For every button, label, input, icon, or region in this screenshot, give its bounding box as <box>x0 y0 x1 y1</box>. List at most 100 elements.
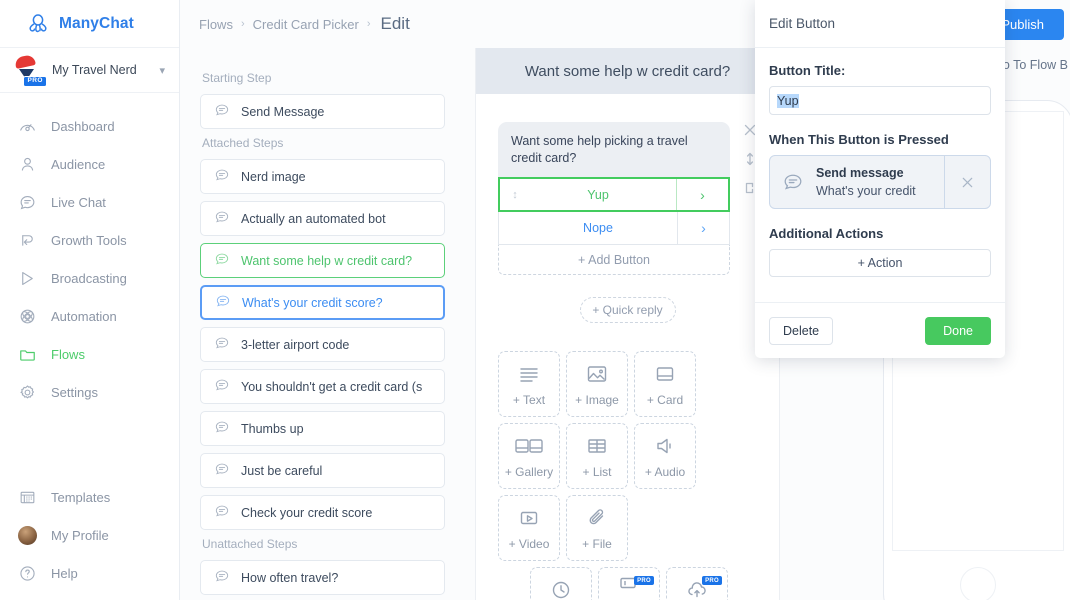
content-type-grid: + Text + Image + Card + Gallery + List +… <box>498 351 760 600</box>
chevron-right-icon[interactable]: › <box>676 179 728 210</box>
tile-label: + Text <box>512 392 546 407</box>
add-file-tile[interactable]: + File <box>566 495 628 561</box>
step-item[interactable]: Nerd image <box>200 159 445 194</box>
add-text-tile[interactable]: + Text <box>498 351 560 417</box>
editor-body: Want some help picking a travel credit c… <box>476 94 779 600</box>
action-title: Send message <box>816 166 904 180</box>
sidebar-item-label: Broadcasting <box>51 270 127 286</box>
add-gallery-tile[interactable]: + Gallery <box>498 423 560 489</box>
add-delay-tile[interactable]: + Delay <box>530 567 592 600</box>
tile-label: + Audio <box>644 464 686 479</box>
message-bubble-icon <box>214 335 230 354</box>
atom-icon <box>17 306 37 326</box>
message-card: Want some help picking a travel credit c… <box>498 122 756 275</box>
question-circle-icon <box>17 563 37 583</box>
sidebar-item-settings[interactable]: Settings <box>0 373 179 411</box>
step-label: What's your credit score? <box>242 295 383 310</box>
add-user-input-tile[interactable]: PRO +User Input <box>598 567 660 600</box>
step-label: Thumbs up <box>241 421 304 436</box>
step-item[interactable]: Thumbs up <box>200 411 445 446</box>
growth-arrow-icon <box>17 230 37 250</box>
list-table-icon <box>585 434 609 458</box>
add-action-button[interactable]: + Action <box>769 249 991 277</box>
sidebar-item-audience[interactable]: Audience <box>0 145 179 183</box>
chat-bubble-icon <box>17 192 37 212</box>
sidebar-item-my-profile[interactable]: My Profile <box>0 516 179 554</box>
step-item[interactable]: Check your credit score <box>200 495 445 530</box>
add-dynamic-tile[interactable]: PRO + Dynamic <box>666 567 728 600</box>
sidebar-item-templates[interactable]: Templates <box>0 478 179 516</box>
chevron-right-icon[interactable]: › <box>677 212 729 244</box>
breadcrumb-separator-icon: › <box>366 18 371 30</box>
sidebar-item-help[interactable]: Help <box>0 554 179 592</box>
step-item[interactable]: How often travel? <box>200 560 445 595</box>
message-bubble-icon <box>215 293 231 312</box>
step-item[interactable]: You shouldn't get a credit card (s <box>200 369 445 404</box>
pro-badge: PRO <box>634 576 654 585</box>
sidebar-item-dashboard[interactable]: Dashboard <box>0 107 179 145</box>
close-icon[interactable] <box>944 156 990 208</box>
step-item-selected-blue[interactable]: What's your credit score? <box>200 285 445 320</box>
sidebar-item-live-chat[interactable]: Live Chat <box>0 183 179 221</box>
editor-title: Want some help w credit card? <box>476 48 779 94</box>
step-item[interactable]: Actually an automated bot <box>200 201 445 236</box>
message-bubble-icon <box>214 503 230 522</box>
add-video-tile[interactable]: + Video <box>498 495 560 561</box>
sidebar-item-growth-tools[interactable]: Growth Tools <box>0 221 179 259</box>
step-item-selected-green[interactable]: Want some help w credit card? <box>200 243 445 278</box>
group-label-attached: Attached Steps <box>202 136 284 150</box>
sidebar-item-flows[interactable]: Flows <box>0 335 179 373</box>
group-label-unattached: Unattached Steps <box>202 537 298 551</box>
message-button-nope[interactable]: Nope › <box>498 212 730 245</box>
breadcrumb-separator-icon: › <box>240 18 245 30</box>
add-quick-reply-button[interactable]: + Quick reply <box>579 297 676 323</box>
add-button[interactable]: + Add Button <box>498 245 730 275</box>
add-image-tile[interactable]: + Image <box>566 351 628 417</box>
sidebar: ManyChat PRO My Travel Nerd ▾ Dashboard <box>0 0 180 600</box>
sidebar-item-broadcasting[interactable]: Broadcasting <box>0 259 179 297</box>
phone-home-button <box>960 567 996 600</box>
text-lines-icon <box>517 362 541 386</box>
step-editor: Want some help w credit card? Want some … <box>475 48 780 600</box>
tile-label: + File <box>582 536 612 551</box>
message-bubble-icon <box>214 251 230 270</box>
button-title-input[interactable] <box>769 86 991 115</box>
brand-header[interactable]: ManyChat <box>0 0 179 48</box>
action-subtitle: What's your credit <box>816 184 916 198</box>
sidebar-item-label: Help <box>51 565 78 581</box>
breadcrumb-flows[interactable]: Flows <box>199 17 233 32</box>
steps-panel: Flows › Credit Card Picker › Edit Starti… <box>180 0 465 600</box>
button-title-label: Button Title: <box>769 63 846 78</box>
step-item[interactable]: Send Message <box>200 94 445 129</box>
modal-title: Edit Button <box>755 0 1005 48</box>
chevron-down-icon[interactable]: ▾ <box>159 64 165 77</box>
breadcrumb: Flows › Credit Card Picker › Edit <box>180 0 465 48</box>
sidebar-nav: Dashboard Audience Live Chat Growth Tool… <box>0 93 179 411</box>
step-label: Send Message <box>241 104 325 119</box>
account-switcher[interactable]: PRO My Travel Nerd ▾ <box>0 48 179 93</box>
paperclip-icon <box>585 506 609 530</box>
step-label: Actually an automated bot <box>241 211 386 226</box>
add-card-tile[interactable]: + Card <box>634 351 696 417</box>
action-text: Send message What's your credit <box>816 164 944 200</box>
action-card-send-message[interactable]: Send message What's your credit <box>769 155 991 209</box>
chat-bubble-icon <box>770 171 816 193</box>
step-item[interactable]: 3-letter airport code <box>200 327 445 362</box>
add-list-tile[interactable]: + List <box>566 423 628 489</box>
sidebar-item-automation[interactable]: Automation <box>0 297 179 335</box>
message-text[interactable]: Want some help picking a travel credit c… <box>498 122 730 178</box>
gallery-icon <box>514 434 544 458</box>
message-bubble-icon <box>214 209 230 228</box>
sidebar-item-label: Audience <box>51 156 106 172</box>
message-button-yup[interactable]: ↕ Yup › <box>498 177 730 212</box>
delete-button[interactable]: Delete <box>769 316 834 345</box>
message-bubble-icon <box>214 377 230 396</box>
breadcrumb-flow-name[interactable]: Credit Card Picker <box>253 17 359 32</box>
steps-list: Starting Step Send Message Attached Step… <box>180 48 465 595</box>
content-type-grid-row3: + Delay PRO +User Input PRO <box>498 567 760 600</box>
step-label: You shouldn't get a credit card (s <box>241 379 423 394</box>
step-item[interactable]: Just be careful <box>200 453 445 488</box>
add-audio-tile[interactable]: + Audio <box>634 423 696 489</box>
done-button[interactable]: Done <box>925 316 991 345</box>
message-bubble-icon <box>214 461 230 480</box>
